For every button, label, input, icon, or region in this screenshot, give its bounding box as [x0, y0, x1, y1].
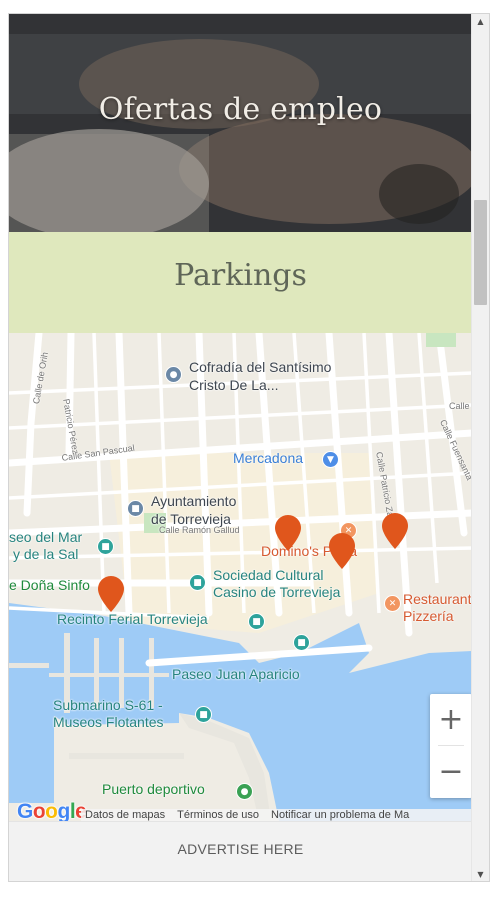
page-scrollbar[interactable]: ▲ ▼ [471, 14, 489, 881]
label-recinto-ferial: Recinto Ferial Torrevieja [57, 611, 208, 627]
parking-marker-pin[interactable] [275, 515, 301, 551]
jobs-banner[interactable]: Ofertas de empleo [9, 14, 472, 232]
sociedad-poi-icon[interactable]: ■ [190, 575, 205, 590]
label-ayuntamiento-line2: de Torrevieja [151, 511, 231, 527]
zoom-out-button[interactable]: − [430, 746, 472, 797]
map-data-link[interactable]: Datos de mapas [85, 809, 165, 821]
label-puerto-deportivo: Puerto deportivo [102, 781, 205, 797]
cofradia-poi-icon[interactable]: ● [166, 367, 181, 382]
parking-marker-pin[interactable] [329, 533, 355, 569]
label-paseo-juan-aparicio: Paseo Juan Aparicio [172, 666, 300, 682]
parkings-section[interactable]: Parkings [9, 232, 472, 333]
scroll-down-arrow-icon[interactable]: ▼ [472, 867, 489, 881]
page-content: Ofertas de empleo Parkings Calle de Orih… [9, 14, 472, 881]
scroll-up-arrow-icon[interactable]: ▲ [472, 14, 489, 28]
restaurant-2-poi-icon[interactable]: ✕ [385, 596, 400, 611]
map-attribution-bar: Datos de mapas Términos de uso Notificar… [81, 809, 472, 821]
label-restaurant: Restaurante [403, 591, 472, 607]
submarino-poi-icon[interactable]: ■ [196, 707, 211, 722]
label-cofradia-line2: Cristo De La... [189, 377, 279, 393]
label-submarino-line2: Museos Flotantes [53, 714, 164, 730]
mercadona-shopping-icon[interactable]: ▼ [323, 452, 338, 467]
zoom-in-button[interactable]: + [430, 694, 472, 745]
parking-marker-pin[interactable] [98, 576, 124, 612]
map-zoom-controls: + − [430, 694, 472, 798]
label-cofradia: Cofradía del Santísimo [189, 359, 332, 375]
advertise-here-label: ADVERTISE HERE [177, 841, 304, 857]
recinto-poi-icon[interactable]: ■ [249, 614, 264, 629]
advertise-section[interactable]: ADVERTISE HERE [9, 821, 472, 881]
label-dona-sinfo: e Doña Sinfo [9, 577, 90, 593]
label-mercadona: Mercadona [233, 450, 304, 466]
page-frame: Ofertas de empleo Parkings Calle de Orih… [8, 13, 490, 882]
parkings-title: Parkings [174, 258, 307, 293]
report-problem-link[interactable]: Notificar un problema de Ma [271, 809, 409, 821]
label-restaurant-line2: Pizzería [403, 608, 454, 624]
scrollbar-thumb[interactable] [474, 200, 487, 305]
ayuntamiento-poi-icon[interactable]: ■ [128, 501, 143, 516]
google-logo[interactable]: Google [17, 800, 87, 821]
label-sociedad-cultural-line2: Casino de Torrevieja [213, 584, 341, 600]
jobs-banner-title: Ofertas de empleo [98, 92, 383, 127]
parking-marker-pin[interactable] [382, 513, 408, 549]
street-calle-right: Calle [449, 401, 470, 411]
terms-of-use-link[interactable]: Términos de uso [177, 809, 259, 821]
paseo-poi-icon[interactable]: ■ [294, 635, 309, 650]
label-submarino: Submarino S-61 - [53, 697, 163, 713]
museum-poi-icon[interactable]: ■ [98, 539, 113, 554]
label-museo-mar: seo del Mar [9, 529, 83, 545]
parkings-map[interactable]: Calle de Orih Patricio Pérez Calle San P… [9, 333, 472, 821]
label-museo-mar-line2: y de la Sal [13, 546, 79, 562]
puerto-poi-icon[interactable]: ● [237, 784, 252, 799]
label-sociedad-cultural: Sociedad Cultural [213, 567, 324, 583]
label-ayuntamiento: Ayuntamiento [151, 493, 237, 509]
